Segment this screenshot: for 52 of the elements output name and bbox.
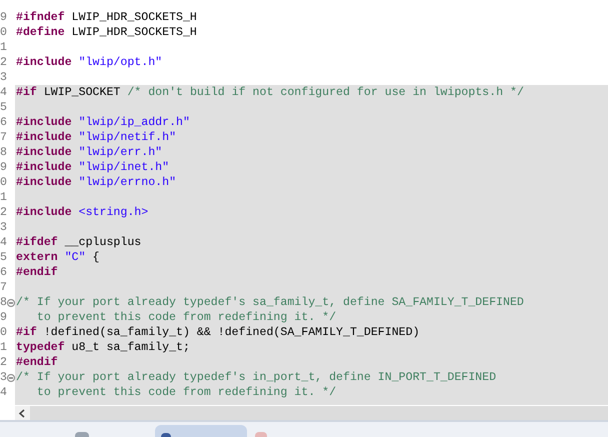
line-number: 8 [0, 296, 7, 308]
line-number: 1 [0, 42, 7, 54]
line-number: 4 [0, 386, 7, 398]
line-number: 3 [0, 72, 7, 84]
code-line: #include "lwip/inet.h" [16, 162, 170, 174]
code-line: /* If your port already typedef's sa_family_t, define SA_FAMILY_T_DEFINED [16, 296, 524, 308]
line-number: 1 [0, 192, 7, 204]
code-line: to prevent this code from redefining it. */ [36, 386, 336, 398]
line-number: 2 [0, 206, 7, 218]
code-line: #if LWIP_SOCKET /* don't build if not configured for use in lwipopts.h */ [16, 86, 524, 98]
line-number: 5 [0, 102, 7, 114]
line-number: 9 [0, 12, 7, 24]
line-number: 6 [0, 266, 7, 278]
line-number: 7 [0, 282, 7, 294]
code-line: #include "lwip/opt.h" [16, 56, 162, 68]
code-line: #include "lwip/err.h" [16, 146, 162, 158]
collapse-icon[interactable] [6, 298, 15, 306]
code-line: /* If your port already typedef's in_port_t, define IN_PORT_T_DEFINED [16, 372, 496, 384]
line-number: 8 [0, 146, 7, 158]
line-number: 2 [0, 56, 7, 68]
line-number: 6 [0, 116, 7, 128]
app-icon [161, 433, 171, 437]
code-line: typedef u8_t sa_family_t; [16, 342, 190, 354]
line-number: 7 [0, 132, 7, 144]
code-line: #if !defined(sa_family_t) && !defined(SA_FAMILY_T_DEFINED) [16, 326, 420, 338]
line-number: 0 [0, 326, 7, 338]
code-line: #endif [16, 356, 58, 368]
line-number: 4 [0, 86, 7, 98]
code-line: #ifdef __cplusplus [16, 236, 142, 248]
line-number: 0 [0, 26, 7, 38]
line-number: 9 [0, 162, 7, 174]
code-line: to prevent this code from redefining it. */ [36, 312, 336, 324]
horizontal-scrollbar[interactable] [15, 405, 608, 420]
line-number: 5 [0, 252, 7, 264]
code-line: #include "lwip/ip_addr.h" [16, 116, 190, 128]
scroll-left-icon[interactable] [15, 406, 30, 420]
line-number: 1 [0, 342, 7, 354]
line-number: 0 [0, 176, 7, 188]
code-line: #include "lwip/errno.h" [16, 176, 176, 188]
collapse-icon[interactable] [6, 374, 15, 382]
line-number: 3 [0, 372, 7, 384]
code-line: #ifndef LWIP_HDR_SOCKETS_H [16, 12, 197, 24]
code-line: extern "C" { [16, 252, 100, 264]
taskbar-tab[interactable] [155, 425, 247, 437]
code-line: #include <string.h> [16, 206, 148, 218]
code-line: #endif [16, 266, 58, 278]
code-line: #define LWIP_HDR_SOCKETS_H [16, 26, 197, 38]
line-number: 9 [0, 312, 7, 324]
code-line: #include "lwip/netif.h" [16, 132, 176, 144]
line-number: 3 [0, 222, 7, 234]
line-number: 4 [0, 236, 7, 248]
line-number: 2 [0, 356, 7, 368]
